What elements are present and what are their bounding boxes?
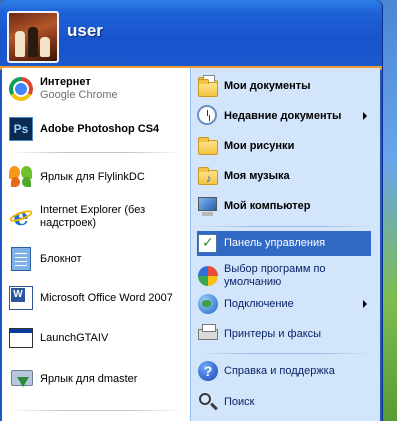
recent-item-label-line2: надстроек): [40, 217, 96, 229]
setting-control-panel[interactable]: Панель управления: [197, 231, 371, 256]
pinned-item-internet[interactable]: Интернет Google Chrome: [8, 76, 188, 102]
flylinkdc-icon: [8, 164, 34, 190]
recent-item-label: LaunchGTAIV: [40, 331, 109, 344]
submenu-arrow-icon: [363, 112, 367, 120]
search-item[interactable]: Поиск: [197, 390, 375, 414]
recent-item-internet-explorer[interactable]: e Internet Explorer (без надстроек): [8, 204, 188, 230]
recent-item-label: Internet Explorer (без: [40, 204, 146, 216]
help-label: Справка и поддержка: [224, 364, 335, 377]
help-label: Поиск: [224, 395, 255, 408]
pinned-item-title: Интернет: [40, 76, 91, 88]
chess-piece-icon: [40, 37, 50, 57]
place-label: Мой компьютер: [224, 199, 311, 212]
control-panel-icon: [197, 233, 219, 255]
start-menu: user Интернет Google Chrome Ps Adobe Pho…: [0, 0, 382, 421]
places-column: Мои документы Недавние документы Мои рис…: [190, 68, 380, 421]
recent-item-label: Ярлык для FlylinkDC: [40, 170, 145, 183]
separator: [197, 353, 373, 354]
place-my-pictures[interactable]: Мои рисунки: [197, 134, 375, 158]
chess-piece-icon: [28, 27, 38, 57]
help-icon: ?: [197, 360, 219, 382]
setting-label-line2: умолчанию: [224, 276, 282, 288]
start-menu-header: user: [0, 0, 382, 70]
dmaster-icon: [8, 366, 34, 392]
setting-default-programs[interactable]: Выбор программ по умолчанию: [197, 261, 375, 291]
recent-documents-icon: [197, 105, 219, 127]
recent-item-label: Microsoft Office Word 2007: [40, 291, 173, 304]
setting-label: Подключение: [224, 297, 294, 310]
chrome-icon: [8, 76, 34, 102]
user-name: user: [67, 21, 103, 40]
submenu-arrow-icon: [363, 300, 367, 308]
printers-icon: [197, 323, 219, 345]
help-and-support[interactable]: ? Справка и поддержка: [197, 359, 375, 383]
recent-item-label: Ярлык для dmaster: [40, 372, 138, 385]
place-label: Моя музыка: [224, 169, 290, 182]
setting-label: Выбор программ по: [224, 263, 326, 275]
recent-item-word[interactable]: Microsoft Office Word 2007: [8, 285, 188, 311]
place-label: Мои документы: [224, 79, 311, 92]
my-pictures-icon: [197, 135, 219, 157]
recent-item-flylinkdc[interactable]: Ярлык для FlylinkDC: [8, 164, 188, 190]
place-label: Мои рисунки: [224, 139, 295, 152]
internet-explorer-icon: e: [8, 204, 34, 230]
place-label: Недавние документы: [224, 109, 342, 122]
my-computer-icon: [197, 195, 219, 217]
search-icon: [197, 391, 219, 413]
notepad-icon: [8, 246, 34, 272]
pinned-item-photoshop[interactable]: Ps Adobe Photoshop CS4: [8, 116, 188, 142]
photoshop-icon: Ps: [8, 116, 34, 142]
programs-column: Интернет Google Chrome Ps Adobe Photosho…: [2, 68, 190, 421]
separator: [10, 410, 182, 411]
word-icon: [8, 285, 34, 311]
my-documents-icon: [197, 75, 219, 97]
recent-item-launchgtaiv[interactable]: LaunchGTAIV: [8, 325, 188, 351]
recent-item-notepad[interactable]: Блокнот: [8, 246, 188, 272]
place-recent-documents[interactable]: Недавние документы: [197, 104, 375, 128]
place-my-music[interactable]: ♪ Моя музыка: [197, 164, 375, 188]
separator: [197, 226, 373, 227]
place-my-computer[interactable]: Мой компьютер: [197, 194, 375, 218]
connect-icon: [197, 293, 219, 315]
recent-item-dmaster[interactable]: Ярлык для dmaster: [8, 366, 188, 392]
pinned-item-subtitle: Google Chrome: [40, 89, 118, 101]
place-my-documents[interactable]: Мои документы: [197, 74, 375, 98]
user-avatar[interactable]: [7, 11, 59, 63]
setting-label: Принтеры и факсы: [224, 327, 322, 340]
my-music-icon: ♪: [197, 165, 219, 187]
setting-connect[interactable]: Подключение: [197, 292, 375, 316]
pinned-item-title: Adobe Photoshop CS4: [40, 122, 160, 135]
setting-label: Панель управления: [224, 237, 326, 249]
chess-piece-icon: [15, 31, 25, 57]
default-programs-icon: [197, 265, 219, 287]
recent-item-label: Блокнот: [40, 252, 82, 265]
separator: [10, 152, 182, 153]
setting-printers[interactable]: Принтеры и факсы: [197, 322, 375, 346]
window-icon: [8, 325, 34, 351]
